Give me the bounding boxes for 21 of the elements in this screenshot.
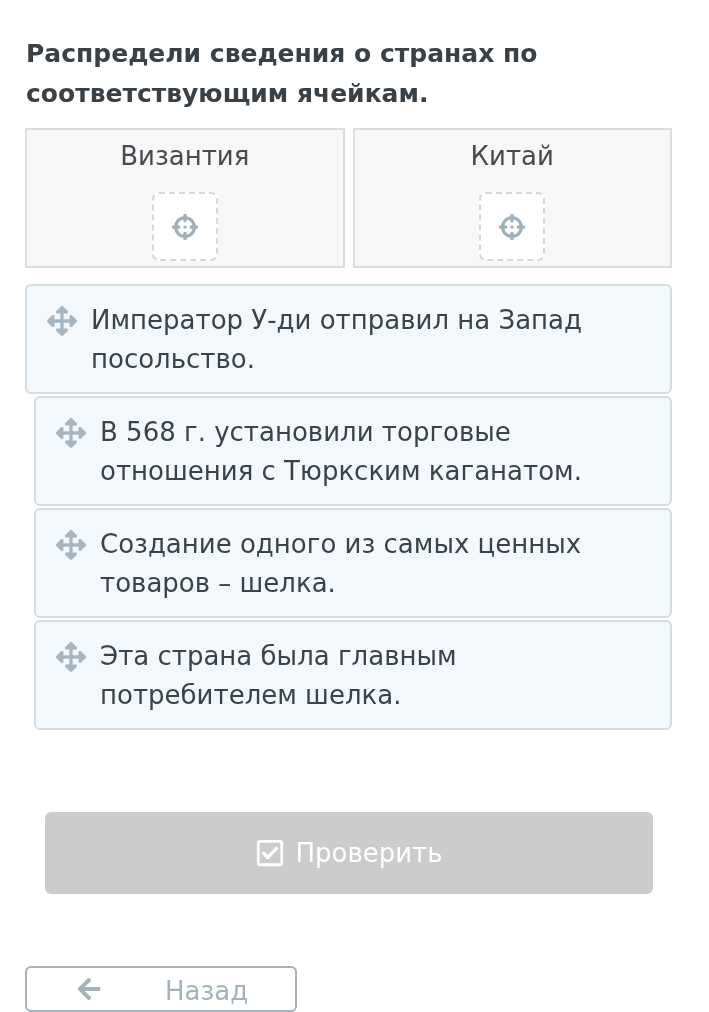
move-icon — [56, 418, 86, 448]
card-text: Эта страна была главным потребителем шелка. — [100, 640, 458, 712]
draggable-card[interactable]: Император У-ди отправил на Запад посольство. — [25, 284, 672, 394]
move-icon — [56, 530, 86, 560]
move-icon — [47, 306, 77, 336]
checkbox-icon — [255, 837, 286, 868]
crosshair-icon — [171, 213, 198, 240]
card-text: Император У-ди отправил на Запад посольство. — [91, 304, 583, 376]
move-icon — [56, 642, 86, 672]
task-title: Распредели сведения о странах по соответствующим ячейкам. — [26, 38, 539, 110]
draggable-card[interactable]: Эта страна была главным потребителем шелка. — [34, 620, 672, 730]
card-text: Создание одного из самых ценных товаров – шелка. — [100, 528, 583, 600]
draggable-card[interactable]: Создание одного из самых ценных товаров – шелка. — [34, 508, 672, 618]
drop-slot[interactable] — [151, 192, 218, 261]
arrow-left-icon — [75, 976, 103, 1002]
drop-slot[interactable] — [479, 192, 546, 261]
category-heading: Китай — [470, 140, 554, 173]
crosshair-icon — [499, 213, 526, 240]
draggable-card[interactable]: В 568 г. установили торговые отношения с Тюркским каганатом. — [34, 396, 672, 506]
category-heading: Византия — [120, 140, 250, 173]
card-text: В 568 г. установили торговые отношения с Тюркским каганатом. — [100, 416, 583, 488]
